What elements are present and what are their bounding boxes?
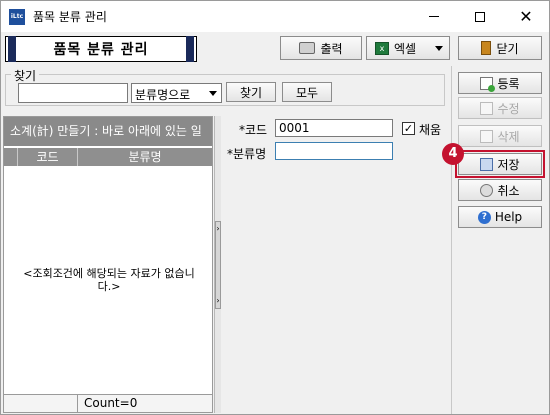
main-window: iLtc 품목 분류 관리 ✕ 품목 분류 관리 출력 x 엑셀 닫기 찾기 분… [0, 0, 550, 415]
grid-header: 코드 분류명 [4, 148, 212, 166]
printer-icon [299, 42, 316, 54]
edit-button[interactable]: 수정 [458, 97, 542, 119]
new-document-icon [480, 76, 496, 92]
name-label: *분류명 [227, 147, 267, 161]
excel-label: 엑셀 [394, 41, 417, 56]
edit-icon [480, 101, 494, 115]
delete-button[interactable]: 삭제 [458, 125, 542, 147]
maximize-button[interactable] [457, 1, 503, 32]
column-header-name[interactable]: 분류명 [78, 148, 212, 166]
code-input[interactable]: 0001 [275, 119, 393, 137]
print-label: 출력 [320, 41, 343, 56]
new-button[interactable]: 등록 [458, 72, 542, 94]
delete-icon [480, 129, 494, 143]
cancel-button[interactable]: 취소 [458, 179, 542, 201]
row-indicator-header [4, 148, 18, 166]
auto-fill-checkbox[interactable]: ✓ [402, 122, 415, 135]
exit-label: 닫기 [496, 41, 519, 56]
record-count: Count=0 [84, 396, 138, 410]
new-label: 등록 [497, 76, 520, 91]
delete-label: 삭제 [497, 129, 520, 144]
code-label: *코드 [239, 123, 268, 137]
category-grid[interactable]: 소계(計) 만들기 : 바로 아래에 있는 일 코드 분류명 <조회조건에 해당… [3, 116, 213, 413]
minimize-button[interactable] [411, 1, 457, 32]
door-icon [481, 41, 492, 55]
exit-button[interactable]: 닫기 [458, 36, 542, 60]
excel-button[interactable]: x 엑셀 [366, 36, 450, 60]
cancel-label: 취소 [497, 183, 520, 198]
chevron-right-icon: › [216, 296, 220, 305]
maximize-icon [475, 11, 485, 22]
footer-cell [4, 395, 78, 412]
edit-label: 수정 [497, 101, 520, 116]
step-badge: 4 [442, 143, 464, 165]
name-input[interactable] [275, 142, 393, 160]
chevron-down-icon [209, 91, 217, 96]
search-input[interactable] [18, 83, 128, 103]
excel-icon: x [375, 41, 389, 55]
title-bar: iLtc 품목 분류 관리 ✕ [1, 1, 549, 32]
page-title-banner: 품목 분류 관리 [5, 36, 197, 62]
checkmark-icon: ✓ [403, 122, 414, 135]
minimize-icon [429, 16, 439, 17]
divider [451, 66, 452, 414]
auto-fill-label: 채움 [419, 123, 442, 137]
app-icon: iLtc [9, 9, 25, 25]
save-highlight-box [455, 150, 545, 178]
search-mode-select[interactable]: 분류명으로 [131, 83, 222, 103]
help-icon: ? [477, 210, 491, 224]
banner-right-bar [186, 36, 194, 62]
empty-message: <조회조건에 해당되는 자료가 없습니다.> [23, 267, 195, 293]
chevron-down-icon[interactable] [435, 46, 443, 51]
show-all-button[interactable]: 모두 [282, 82, 332, 102]
chevron-right-icon: › [216, 224, 220, 233]
tip-marquee: 소계(計) 만들기 : 바로 아래에 있는 일 [4, 117, 212, 146]
help-button[interactable]: ? Help [458, 206, 542, 228]
help-label: Help [494, 210, 523, 224]
print-button[interactable]: 출력 [280, 36, 362, 60]
grid-footer: Count=0 [4, 394, 212, 412]
splitter-handle[interactable]: › › [215, 221, 221, 309]
cancel-icon [480, 183, 494, 197]
column-header-code[interactable]: 코드 [18, 148, 78, 166]
close-window-button[interactable]: ✕ [503, 1, 549, 32]
search-legend: 찾기 [11, 67, 40, 84]
search-mode-value: 분류명으로 [135, 88, 191, 102]
close-icon: ✕ [519, 6, 533, 26]
page-title: 품목 분류 관리 [53, 42, 149, 58]
find-button[interactable]: 찾기 [226, 82, 276, 102]
window-title: 품목 분류 관리 [33, 10, 107, 24]
banner-left-bar [8, 36, 16, 62]
